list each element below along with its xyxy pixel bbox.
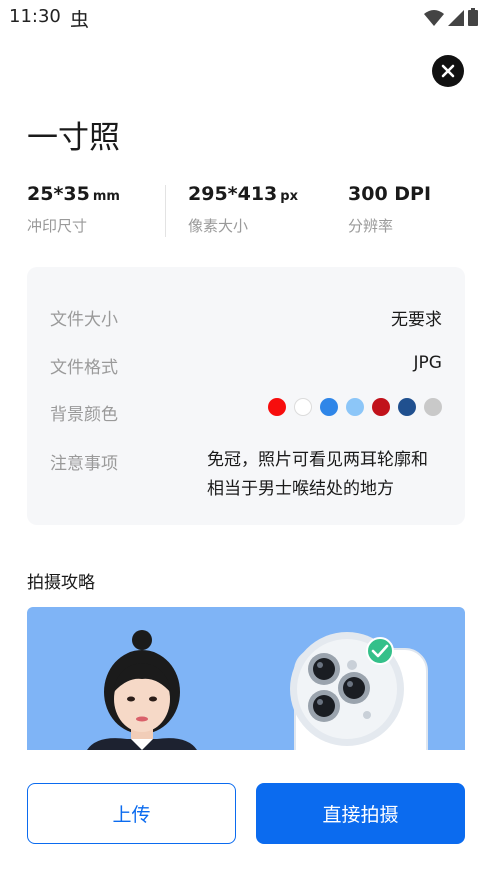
bottom-action-bar: 上传 直接拍摄 [0, 752, 492, 876]
background-color-swatch [268, 398, 286, 416]
status-time: 11:30 [9, 6, 61, 27]
status-bar: 11:30 虫 [0, 0, 492, 36]
signal-icon [448, 10, 464, 26]
spec-value: 25*35 mm [27, 183, 120, 205]
phone-camera-icon [290, 632, 428, 750]
shoot-button[interactable]: 直接拍摄 [256, 783, 465, 844]
background-color-label: 背景颜色 [50, 405, 118, 425]
file-format-value: JPG [413, 353, 442, 373]
background-color-swatches [268, 398, 442, 416]
spec-unit: mm [92, 189, 120, 204]
upload-button[interactable]: 上传 [27, 783, 236, 844]
spec-pixel-size: 295*413 px 像素大小 [188, 183, 298, 236]
background-color-swatch [424, 398, 442, 416]
info-card: 文件大小 无要求 文件格式 JPG 背景颜色 注意事项 免冠，照片可看见两耳轮廓… [27, 267, 465, 525]
spec-number: 295*413 [188, 183, 278, 205]
close-icon [441, 64, 455, 78]
notes-label: 注意事项 [50, 454, 118, 474]
page-title: 一寸照 [27, 120, 120, 156]
check-badge-icon [366, 637, 394, 665]
spec-label: 分辨率 [348, 217, 394, 235]
background-color-swatch [346, 398, 364, 416]
spec-value: 295*413 px [188, 183, 298, 205]
background-color-swatch [372, 398, 390, 416]
spec-number: 25*35 [27, 183, 90, 205]
status-icons [424, 8, 478, 26]
wifi-icon [424, 10, 444, 26]
spec-row: 25*35 mm 冲印尺寸 295*413 px 像素大小 300 DPI 分辨率 [27, 183, 467, 239]
background-color-swatch [398, 398, 416, 416]
spec-number: 300 DPI [348, 183, 432, 205]
spec-print-size: 25*35 mm 冲印尺寸 [27, 183, 120, 236]
battery-icon [468, 8, 478, 26]
guide-title: 拍摄攻略 [27, 573, 95, 593]
notification-bug-icon: 虫 [70, 9, 90, 31]
spec-label: 冲印尺寸 [27, 217, 88, 235]
file-format-label: 文件格式 [50, 358, 118, 378]
notes-value: 免冠，照片可看见两耳轮廓和相当于男士喉结处的地方 [207, 450, 428, 499]
spec-label: 像素大小 [188, 217, 249, 235]
background-color-swatch [320, 398, 338, 416]
spec-value: 300 DPI [348, 183, 431, 205]
background-color-swatch [294, 398, 312, 416]
spec-resolution: 300 DPI 分辨率 [348, 183, 431, 236]
guide-image [27, 607, 465, 750]
file-size-value: 无要求 [391, 310, 442, 330]
close-button[interactable] [432, 55, 464, 87]
divider [165, 185, 166, 237]
person-photo-icon [87, 630, 197, 750]
spec-unit: px [280, 189, 298, 204]
file-size-label: 文件大小 [50, 310, 118, 330]
